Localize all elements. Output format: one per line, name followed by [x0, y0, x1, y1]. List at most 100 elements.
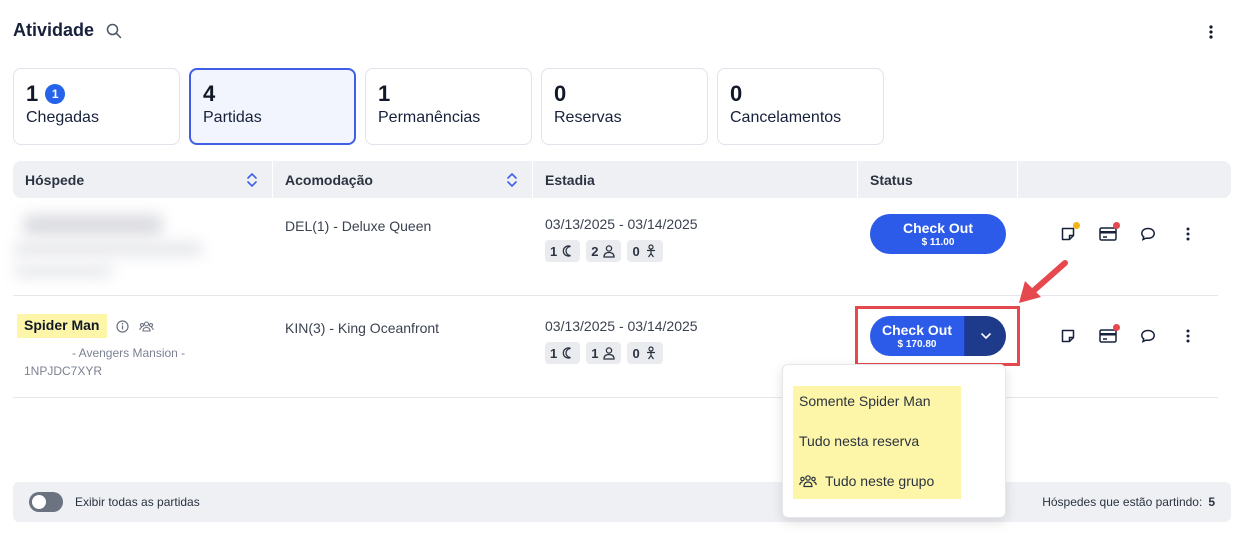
card-partidas[interactable]: 4 Partidas — [189, 68, 356, 145]
table-row[interactable]: Spider Man - Avengers Mansion - 1NPJDC7X… — [13, 296, 1218, 398]
payment-indicator — [1113, 222, 1120, 229]
group-icon[interactable] — [139, 319, 154, 334]
children-chip: 0 — [627, 240, 663, 262]
card-count: 1 — [378, 81, 391, 106]
card-reservas[interactable]: 0 Reservas — [541, 68, 708, 145]
show-all-departures-toggle[interactable] — [29, 492, 63, 512]
card-label: Partidas — [203, 109, 262, 126]
checkout-amount: $ 170.80 — [897, 338, 937, 350]
row-more-options-icon[interactable] — [1177, 223, 1199, 245]
chevron-down-icon — [980, 333, 991, 339]
child-icon — [646, 346, 655, 360]
column-label: Hóspede — [25, 171, 85, 188]
card-count: 0 — [554, 81, 567, 106]
checkout-amount: $ 11.00 — [921, 236, 955, 248]
stay-chips: 1 1 0 — [545, 342, 663, 364]
note-icon[interactable] — [1057, 222, 1080, 245]
payment-card-icon[interactable] — [1097, 222, 1120, 245]
children-count: 0 — [632, 243, 640, 259]
adults-count: 1 — [591, 345, 599, 361]
menu-item-only-guest[interactable]: Somente Spider Man — [799, 393, 931, 409]
checkout-label: Check Out — [881, 321, 952, 338]
toggle-knob — [32, 495, 46, 509]
nights-chip: 1 — [545, 342, 581, 364]
card-label: Chegadas — [26, 109, 99, 126]
children-count: 0 — [632, 345, 640, 361]
person-icon — [603, 347, 616, 360]
card-permanencias[interactable]: 1 Permanências — [365, 68, 532, 145]
search-icon[interactable] — [106, 23, 122, 39]
person-icon — [603, 245, 616, 258]
row-actions — [1057, 324, 1199, 347]
chat-icon[interactable] — [1137, 325, 1159, 347]
guest-redacted — [13, 208, 213, 280]
chat-icon[interactable] — [1137, 223, 1159, 245]
menu-item-label: Tudo neste grupo — [825, 473, 935, 489]
accommodation: KIN(3) - King Oceanfront — [285, 320, 440, 336]
column-header-estadia: Estadia — [533, 161, 858, 198]
column-label: Acomodação — [285, 171, 373, 188]
card-cancelamentos[interactable]: 0 Cancelamentos — [717, 68, 884, 145]
adults-count: 2 — [591, 243, 599, 259]
column-header-actions — [1018, 161, 1231, 198]
card-chegadas[interactable]: 1 1 Chegadas — [13, 68, 180, 145]
checkout-dropdown-menu: Somente Spider Man Tudo nesta reserva Tu… — [782, 364, 1006, 518]
adults-chip: 1 — [586, 342, 622, 364]
summary-label: Hóspedes que estão partindo: — [1042, 495, 1203, 509]
summary-cards: 1 1 Chegadas 4 Partidas 1 Permanências 0… — [13, 68, 884, 145]
nights-chip: 1 — [545, 240, 581, 262]
nights-count: 1 — [550, 345, 558, 361]
table-footer: Exibir todas as partidas Hóspedes que es… — [13, 482, 1231, 522]
sort-icon[interactable] — [506, 172, 518, 188]
column-header-acomodacao[interactable]: Acomodação — [273, 161, 533, 198]
guest-name[interactable]: Spider Man — [17, 314, 108, 338]
moon-icon — [562, 245, 572, 257]
payment-indicator — [1113, 324, 1120, 331]
column-label: Status — [870, 171, 913, 188]
note-indicator — [1073, 222, 1080, 229]
table-header: Hóspede Acomodação Estadia Status — [13, 161, 1231, 198]
row-more-options-icon[interactable] — [1177, 325, 1199, 347]
checkout-split-button: Check Out $ 170.80 — [870, 316, 1006, 356]
stay-dates: 03/13/2025 - 03/14/2025 — [545, 318, 698, 334]
guest-group-name: - Avengers Mansion - — [72, 346, 186, 360]
menu-item-label: Tudo nesta reserva — [799, 433, 920, 449]
stay-chips: 1 2 0 — [545, 240, 663, 262]
accommodation: DEL(1) - Deluxe Queen — [285, 218, 432, 234]
card-label: Cancelamentos — [730, 109, 842, 126]
notification-badge: 1 — [45, 84, 66, 104]
checkout-dropdown-toggle[interactable] — [965, 316, 1006, 356]
reservation-code: 1NPJDC7XYR — [24, 364, 103, 378]
menu-item-whole-group[interactable]: Tudo neste grupo — [799, 473, 934, 489]
checkout-label: Check Out — [902, 219, 973, 236]
menu-item-label: Somente Spider Man — [799, 393, 931, 409]
moon-icon — [562, 347, 572, 359]
column-header-hospede[interactable]: Hóspede — [13, 161, 273, 198]
checkout-button[interactable]: Check Out $ 170.80 — [870, 316, 965, 356]
note-icon[interactable] — [1057, 325, 1079, 347]
row-actions — [1057, 222, 1199, 245]
page-header: Atividade — [13, 20, 122, 41]
card-count: 0 — [730, 81, 743, 106]
annotation-arrow-icon — [1019, 260, 1068, 303]
card-count: 1 — [26, 81, 39, 106]
card-label: Reservas — [554, 109, 622, 126]
page-title: Atividade — [13, 20, 95, 40]
stay-dates: 03/13/2025 - 03/14/2025 — [545, 216, 698, 232]
payment-card-icon[interactable] — [1097, 324, 1120, 347]
card-count: 4 — [203, 81, 216, 106]
column-header-status: Status — [858, 161, 1018, 198]
toggle-label: Exibir todas as partidas — [75, 495, 200, 509]
card-label: Permanências — [378, 109, 481, 126]
column-label: Estadia — [545, 171, 595, 188]
checkout-button[interactable]: Check Out $ 11.00 — [870, 214, 1006, 254]
group-icon — [799, 475, 817, 488]
more-options-icon[interactable] — [1202, 22, 1220, 42]
info-icon[interactable] — [116, 320, 129, 333]
child-icon — [646, 244, 655, 258]
summary-value: 5 — [1208, 495, 1215, 509]
menu-item-whole-reservation[interactable]: Tudo nesta reserva — [799, 433, 919, 449]
sort-icon[interactable] — [246, 172, 258, 188]
departing-summary: Hóspedes que estão partindo: 5 — [1042, 495, 1215, 509]
adults-chip: 2 — [586, 240, 622, 262]
